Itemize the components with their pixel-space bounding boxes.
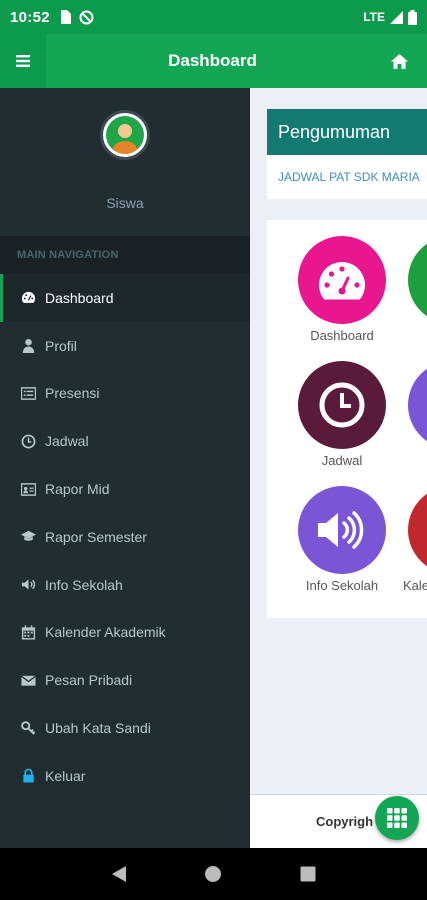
- clock-icon: [319, 382, 365, 428]
- tile-circle: [298, 361, 386, 449]
- battery-icon: [408, 9, 417, 25]
- sidebar-item-label: Dashboard: [45, 289, 114, 306]
- sidebar-item-presensi[interactable]: Presensi: [0, 370, 250, 418]
- menu-grid: Dashboard Jadwal Info Sekolah Kale: [267, 220, 427, 618]
- sidebar-item-label: Info Sekolah: [45, 576, 123, 593]
- home-icon: [390, 53, 408, 69]
- dashboard-icon: [21, 292, 35, 304]
- tile-circle: [298, 236, 386, 324]
- speaker-icon: [21, 579, 35, 590]
- announcement-box: Pengumuman JADWAL PAT SDK MARIA: [267, 109, 427, 199]
- back-icon[interactable]: [111, 865, 127, 883]
- tile-jadwal[interactable]: Jadwal: [287, 361, 397, 468]
- dashboard-gauge-icon: [319, 262, 365, 300]
- recents-icon[interactable]: [300, 866, 316, 882]
- status-time: 10:52: [10, 8, 50, 26]
- sidebar-item-jadwal[interactable]: Jadwal: [0, 417, 250, 465]
- main-content: Pengumuman JADWAL PAT SDK MARIA Dashboar…: [250, 88, 427, 848]
- user-panel: Siswa: [0, 88, 250, 236]
- grid-apps-icon: [387, 808, 407, 828]
- tile-info-sekolah[interactable]: Info Sekolah: [287, 486, 397, 593]
- announcement-marquee[interactable]: JADWAL PAT SDK MARIA: [267, 155, 427, 199]
- network-type: LTE: [363, 10, 385, 24]
- sidebar-item-label: Pesan Pribadi: [45, 672, 133, 689]
- tile-circle: [298, 486, 386, 574]
- signal-icon: [390, 10, 403, 24]
- sidebar-item-label: Rapor Mid: [45, 481, 110, 498]
- sidebar-item-kalender-akademik[interactable]: Kalender Akademik: [0, 609, 250, 657]
- tile-label: Dashboard: [310, 328, 374, 343]
- sidebar-item-rapor-mid[interactable]: Rapor Mid: [0, 465, 250, 513]
- hamburger-menu-icon: [16, 55, 30, 67]
- user-icon: [22, 339, 34, 354]
- status-right: LTE: [363, 9, 417, 25]
- lock-icon: [22, 769, 34, 783]
- sidebar-item-label: Presensi: [45, 385, 100, 402]
- sidebar-item-label: Ubah Kata Sandi: [45, 720, 151, 737]
- list-card-icon: [20, 387, 36, 400]
- avatar-image: [106, 116, 144, 154]
- graduation-cap-icon: [20, 531, 36, 542]
- sidebar-item-label: Jadwal: [45, 433, 89, 450]
- avatar[interactable]: [100, 110, 150, 160]
- status-left-icons: [60, 10, 94, 25]
- key-icon: [20, 720, 35, 735]
- tile-label: Info Sekolah: [305, 578, 379, 593]
- system-nav-bar: [0, 848, 427, 900]
- sidebar-item-info-sekolah[interactable]: Info Sekolah: [0, 561, 250, 609]
- status-bar: 10:52 LTE: [0, 0, 427, 34]
- home-button[interactable]: [371, 34, 427, 88]
- tile-label: Jadwal: [321, 453, 363, 468]
- tile-circle: [408, 486, 427, 574]
- announcement-title: Pengumuman: [267, 109, 427, 155]
- sidebar-item-pesan-pribadi[interactable]: Pesan Pribadi: [0, 656, 250, 704]
- sidebar-item-keluar[interactable]: Keluar: [0, 752, 250, 800]
- apps-fab[interactable]: [375, 796, 419, 840]
- tile-kalender[interactable]: Kale: [397, 486, 427, 593]
- page-title: Dashboard: [168, 51, 257, 70]
- tile-partial-2[interactable]: [397, 361, 427, 449]
- app-screen: 10:52 LTE Dashboard Siswa MAIN NAVIGATIO…: [0, 0, 427, 900]
- sidebar: Siswa MAIN NAVIGATION Dashboard Profil P…: [0, 88, 250, 848]
- hamburger-menu-button[interactable]: [0, 34, 46, 88]
- do-not-disturb-icon: [79, 10, 94, 24]
- user-avatar-icon: [112, 124, 138, 154]
- tile-partial-1[interactable]: [397, 236, 427, 324]
- sidebar-item-profil[interactable]: Profil: [0, 322, 250, 370]
- sidebar-item-label: Rapor Semester: [45, 528, 147, 545]
- envelope-icon: [20, 675, 36, 686]
- sidebar-item-rapor-semester[interactable]: Rapor Semester: [0, 513, 250, 561]
- sidebar-item-label: Profil: [45, 337, 77, 354]
- clock-icon: [21, 434, 35, 449]
- tile-label: Kale: [403, 578, 427, 593]
- sidebar-item-ubah-kata-sandi[interactable]: Ubah Kata Sandi: [0, 704, 250, 752]
- speaker-icon: [318, 511, 364, 549]
- id-card-icon: [20, 482, 36, 496]
- calendar-icon: [21, 625, 35, 640]
- sidebar-item-label: Kalender Akademik: [45, 624, 166, 641]
- app-header: Dashboard: [0, 34, 427, 88]
- home-circle-icon[interactable]: [204, 865, 222, 883]
- user-name: Siswa: [106, 195, 144, 211]
- sidebar-item-dashboard[interactable]: Dashboard: [0, 274, 250, 322]
- nav-header: MAIN NAVIGATION: [0, 236, 250, 274]
- tile-circle: [408, 236, 427, 324]
- sidebar-item-label: Keluar: [45, 767, 86, 784]
- tile-dashboard[interactable]: Dashboard: [287, 236, 397, 343]
- sim-card-icon: [60, 10, 71, 24]
- tile-circle: [408, 361, 427, 449]
